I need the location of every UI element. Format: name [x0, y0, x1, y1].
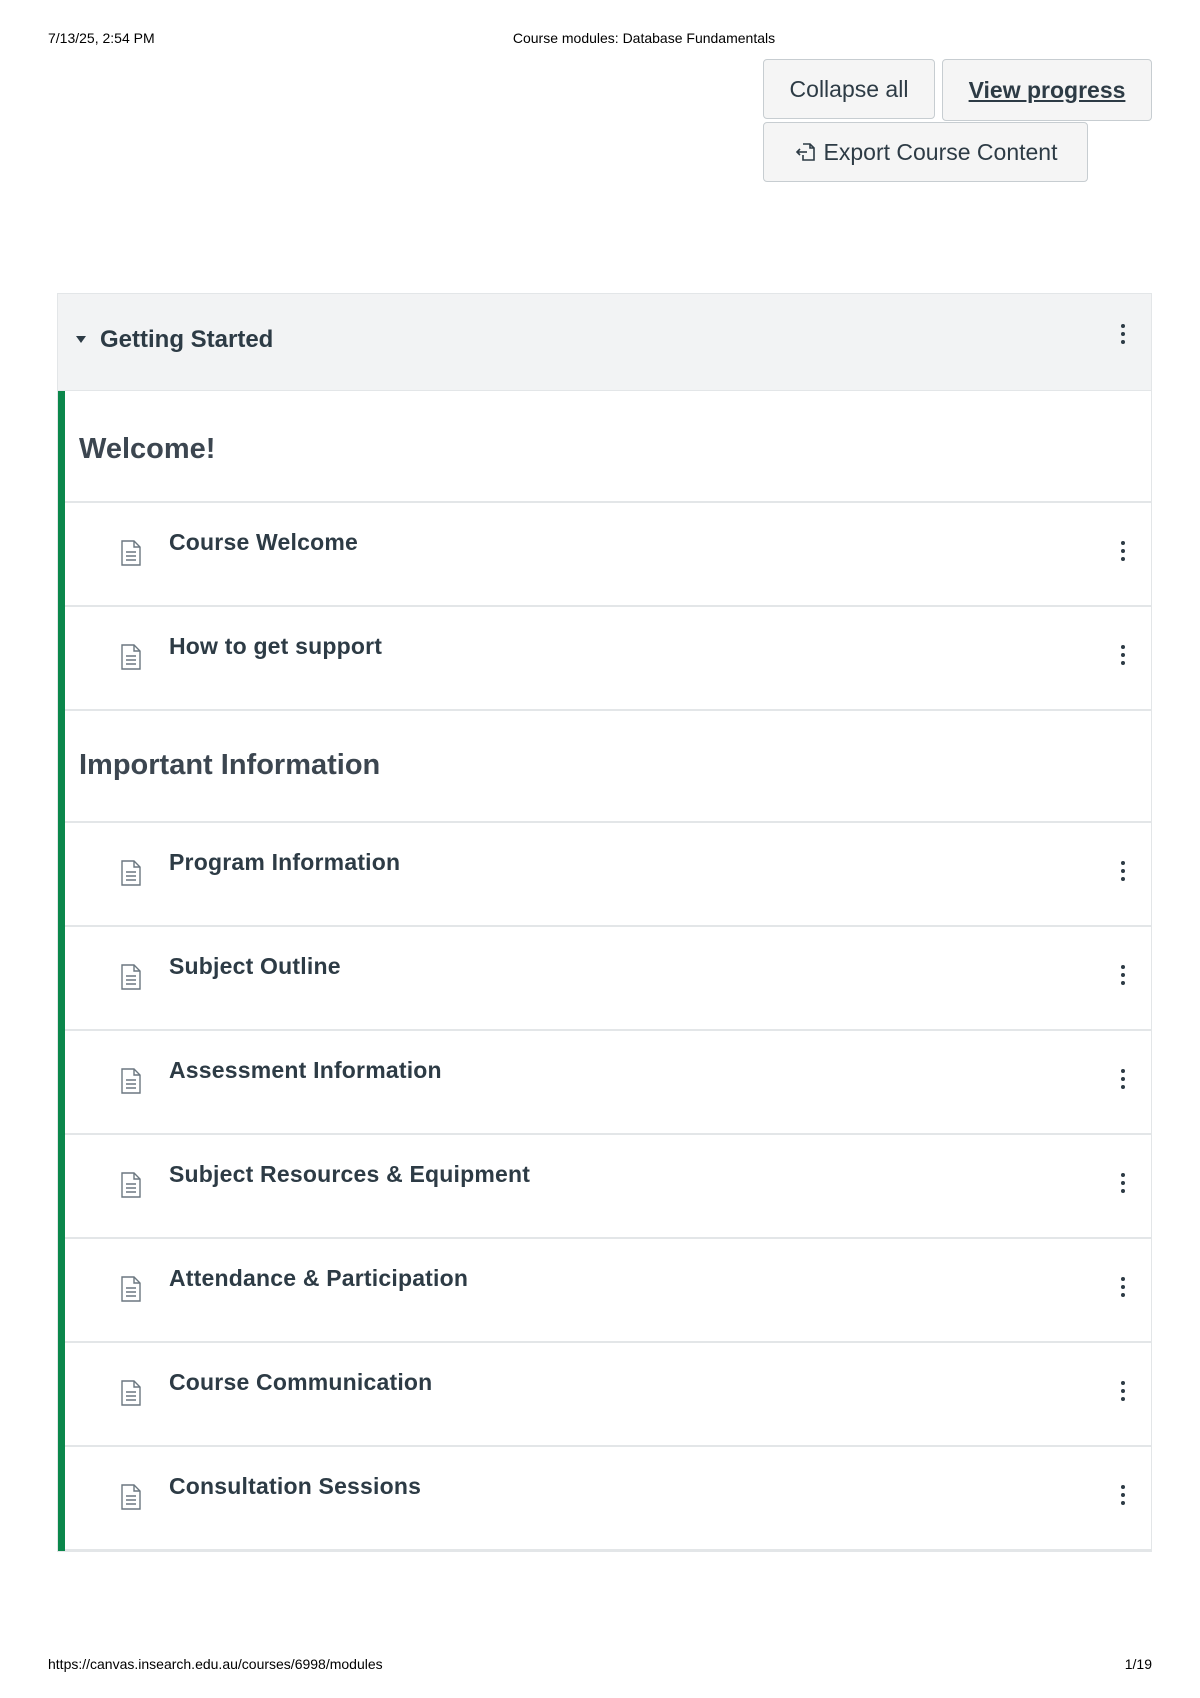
subheader-important-information: Important Information	[65, 711, 1151, 823]
module-item-label[interactable]: Course Communication	[169, 1369, 432, 1396]
module-item[interactable]: Assessment Information	[65, 1031, 1151, 1135]
page-icon	[121, 964, 141, 990]
print-page-title: Course modules: Database Fundamentals	[512, 30, 776, 46]
page-icon	[121, 540, 141, 566]
page-icon	[121, 1380, 141, 1406]
print-header: 7/13/25, 2:54 PM Course modules: Databas…	[48, 30, 1152, 50]
item-options-icon[interactable]	[1119, 1381, 1127, 1401]
module-item-label[interactable]: Subject Outline	[169, 953, 341, 980]
module-item[interactable]: Subject Resources & Equipment	[65, 1135, 1151, 1239]
page-icon	[121, 1484, 141, 1510]
print-footer: https://canvas.insearch.edu.au/courses/6…	[48, 1656, 1152, 1676]
module-item-label[interactable]: Program Information	[169, 849, 400, 876]
caret-down-icon[interactable]	[76, 336, 86, 343]
subheader-text: Welcome!	[79, 433, 216, 465]
item-options-icon[interactable]	[1119, 1173, 1127, 1193]
module-options-icon[interactable]	[1119, 324, 1127, 344]
export-label: Export Course Content	[823, 138, 1058, 165]
module-item[interactable]: Attendance & Participation	[65, 1239, 1151, 1343]
module-getting-started: Getting Started Welcome! Course Welcome …	[57, 293, 1152, 1552]
item-options-icon[interactable]	[1119, 1277, 1127, 1297]
item-options-icon[interactable]	[1119, 645, 1127, 665]
view-progress-button[interactable]: View progress	[942, 59, 1152, 121]
print-url: https://canvas.insearch.edu.au/courses/6…	[48, 1656, 383, 1672]
view-progress-label: View progress	[968, 76, 1126, 103]
item-options-icon[interactable]	[1119, 541, 1127, 561]
module-item-label[interactable]: How to get support	[169, 633, 382, 660]
module-item[interactable]: Course Welcome	[65, 503, 1151, 607]
module-item-label[interactable]: Consultation Sessions	[169, 1473, 421, 1500]
module-item-label[interactable]: Course Welcome	[169, 529, 358, 556]
page-icon	[121, 1276, 141, 1302]
module-item[interactable]: Subject Outline	[65, 927, 1151, 1031]
item-options-icon[interactable]	[1119, 965, 1127, 985]
export-icon	[794, 140, 818, 164]
module-title: Getting Started	[100, 326, 274, 353]
module-item[interactable]: Program Information	[65, 823, 1151, 927]
page-icon	[121, 860, 141, 886]
module-item[interactable]: Consultation Sessions	[65, 1447, 1151, 1551]
module-item-label[interactable]: Attendance & Participation	[169, 1265, 468, 1292]
item-options-icon[interactable]	[1119, 861, 1127, 881]
module-item-label[interactable]: Assessment Information	[169, 1057, 442, 1084]
print-page-number: 1/19	[1124, 1656, 1152, 1672]
item-options-icon[interactable]	[1119, 1069, 1127, 1089]
page-icon	[121, 1172, 141, 1198]
subheader-welcome: Welcome!	[65, 391, 1151, 503]
module-item[interactable]: How to get support	[65, 607, 1151, 711]
subheader-text: Important Information	[79, 749, 381, 781]
collapse-all-button[interactable]: Collapse all	[763, 59, 935, 119]
export-course-content-button[interactable]: Export Course Content	[763, 122, 1088, 182]
collapse-all-label: Collapse all	[789, 75, 909, 102]
item-options-icon[interactable]	[1119, 1485, 1127, 1505]
module-item-label[interactable]: Subject Resources & Equipment	[169, 1161, 530, 1188]
page-icon	[121, 1068, 141, 1094]
module-item[interactable]: Course Communication	[65, 1343, 1151, 1447]
module-items: Welcome! Course Welcome How to get suppo…	[58, 391, 1151, 1551]
page-icon	[121, 644, 141, 670]
module-header[interactable]: Getting Started	[58, 294, 1151, 391]
